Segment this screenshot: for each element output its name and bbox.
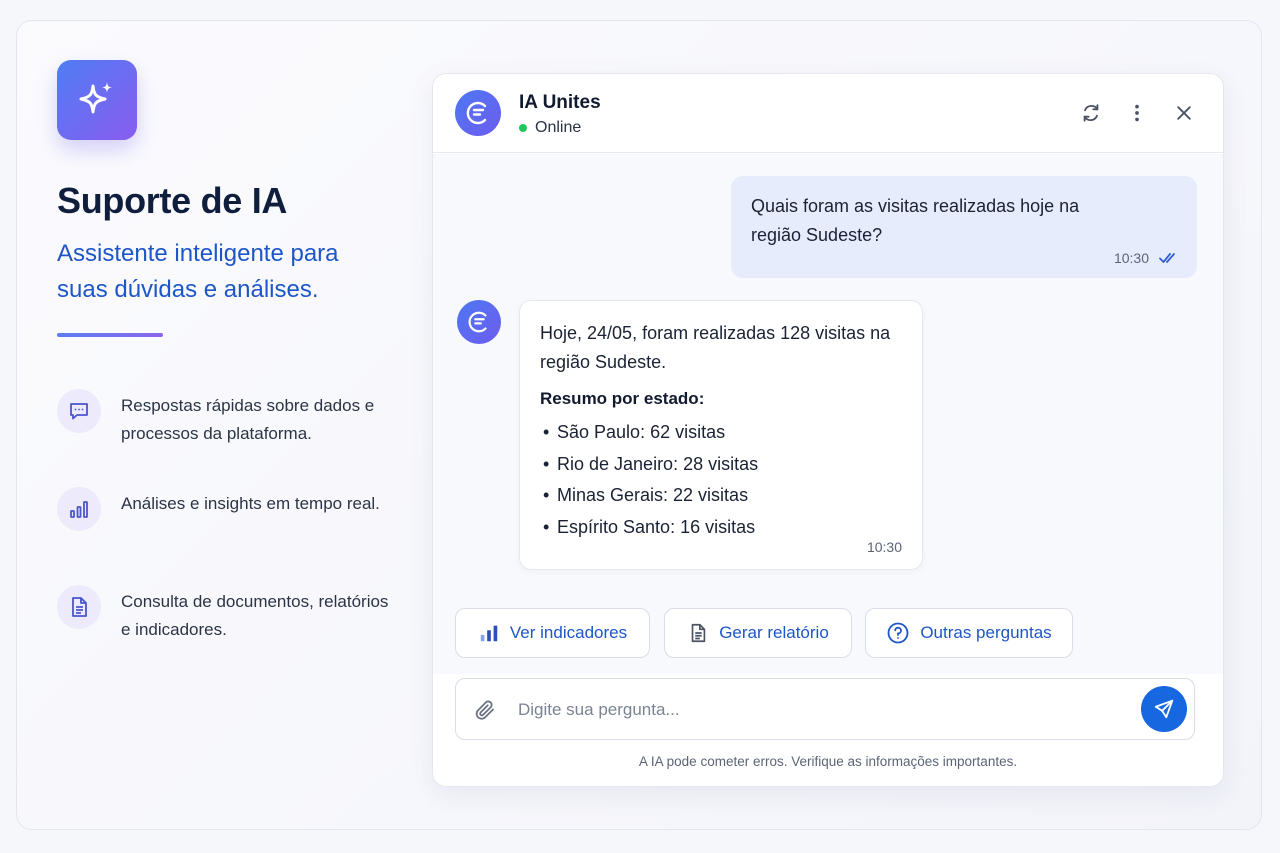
list-item: • Espírito Santo: 16 visitas bbox=[543, 516, 756, 537]
chat-header: IA Unites Online bbox=[433, 74, 1223, 153]
feature-insights: Análises e insights em tempo real. bbox=[57, 487, 397, 551]
status-text: Online bbox=[535, 119, 582, 136]
feature-text: Respostas rápidas sobre dados e processo… bbox=[121, 396, 375, 443]
send-icon bbox=[1154, 699, 1174, 719]
summary-title: Resumo por estado: bbox=[540, 389, 705, 408]
user-message: Quais foram as visitas realizadas hoje n… bbox=[731, 176, 1197, 278]
list-item: • Rio de Janeiro: 28 visitas bbox=[543, 453, 759, 474]
double-check-icon bbox=[1159, 253, 1175, 263]
bot-name: IA Unites bbox=[519, 92, 601, 113]
document-icon bbox=[691, 623, 706, 643]
online-dot-icon bbox=[519, 124, 527, 132]
refresh-button[interactable] bbox=[1078, 100, 1104, 126]
message-time: 10:30 bbox=[866, 539, 902, 555]
message-composer bbox=[455, 678, 1195, 740]
summary-list: • São Paulo: 62 visitas • Rio de Janeiro: … bbox=[540, 417, 902, 543]
close-icon bbox=[1177, 106, 1191, 120]
send-button[interactable] bbox=[1141, 686, 1187, 732]
chat-bubble-icon bbox=[57, 389, 101, 433]
message-time: 10:30 bbox=[1113, 250, 1149, 266]
close-button[interactable] bbox=[1171, 100, 1197, 126]
help-circle-icon bbox=[887, 622, 909, 644]
chat-messages: Quais foram as visitas realizadas hoje n… bbox=[433, 154, 1223, 674]
paperclip-icon bbox=[475, 700, 494, 720]
chat-window: IA Unites Online Quais foram as visitas … bbox=[432, 73, 1224, 787]
message-text: Hoje, 24/05, foram realizadas 128 visita… bbox=[540, 323, 891, 372]
bot-avatar bbox=[455, 90, 501, 136]
sparkles-icon bbox=[57, 60, 137, 140]
message-text: Quais foram as visitas realizadas hoje n… bbox=[751, 196, 1080, 245]
list-item: • Minas Gerais: 22 visitas bbox=[543, 485, 749, 505]
bot-status: Online bbox=[519, 119, 581, 137]
feature-text: Análises e insights em tempo real. bbox=[121, 494, 380, 513]
question-input[interactable] bbox=[518, 693, 1118, 727]
button-label: Ver indicadores bbox=[509, 623, 628, 642]
list-item: • São Paulo: 62 visitas bbox=[543, 422, 726, 442]
other-questions-button[interactable]: Outras perguntas bbox=[865, 608, 1073, 658]
feature-documents: Consulta de documentos, relatórios e ind… bbox=[57, 585, 397, 649]
button-label: Gerar relatório bbox=[719, 623, 829, 642]
bar-chart-icon bbox=[480, 625, 498, 642]
feature-quick-answers: Respostas rápidas sobre dados e processo… bbox=[57, 389, 397, 453]
attach-button[interactable] bbox=[472, 697, 498, 723]
document-icon bbox=[57, 585, 101, 629]
page-subtitle: Assistente inteligente para suas dúvidas… bbox=[57, 240, 339, 303]
refresh-icon bbox=[1083, 104, 1099, 122]
accent-divider bbox=[57, 333, 163, 337]
view-indicators-button[interactable]: Ver indicadores bbox=[455, 608, 650, 658]
feature-text: Consulta de documentos, relatórios e ind… bbox=[121, 592, 389, 639]
generate-report-button[interactable]: Gerar relatório bbox=[664, 608, 852, 658]
bot-message: Hoje, 24/05, foram realizadas 128 visita… bbox=[519, 300, 923, 570]
bar-chart-icon bbox=[57, 487, 101, 531]
more-vertical-icon bbox=[1135, 104, 1139, 122]
ai-disclaimer: A IA pode cometer erros. Verifique as in… bbox=[638, 754, 1018, 769]
bot-avatar bbox=[457, 300, 501, 344]
more-options-button[interactable] bbox=[1124, 100, 1150, 126]
page-title: Suporte de IA bbox=[57, 180, 288, 221]
message-meta: 10:30 bbox=[1114, 250, 1179, 266]
button-label: Outras perguntas bbox=[920, 623, 1052, 642]
